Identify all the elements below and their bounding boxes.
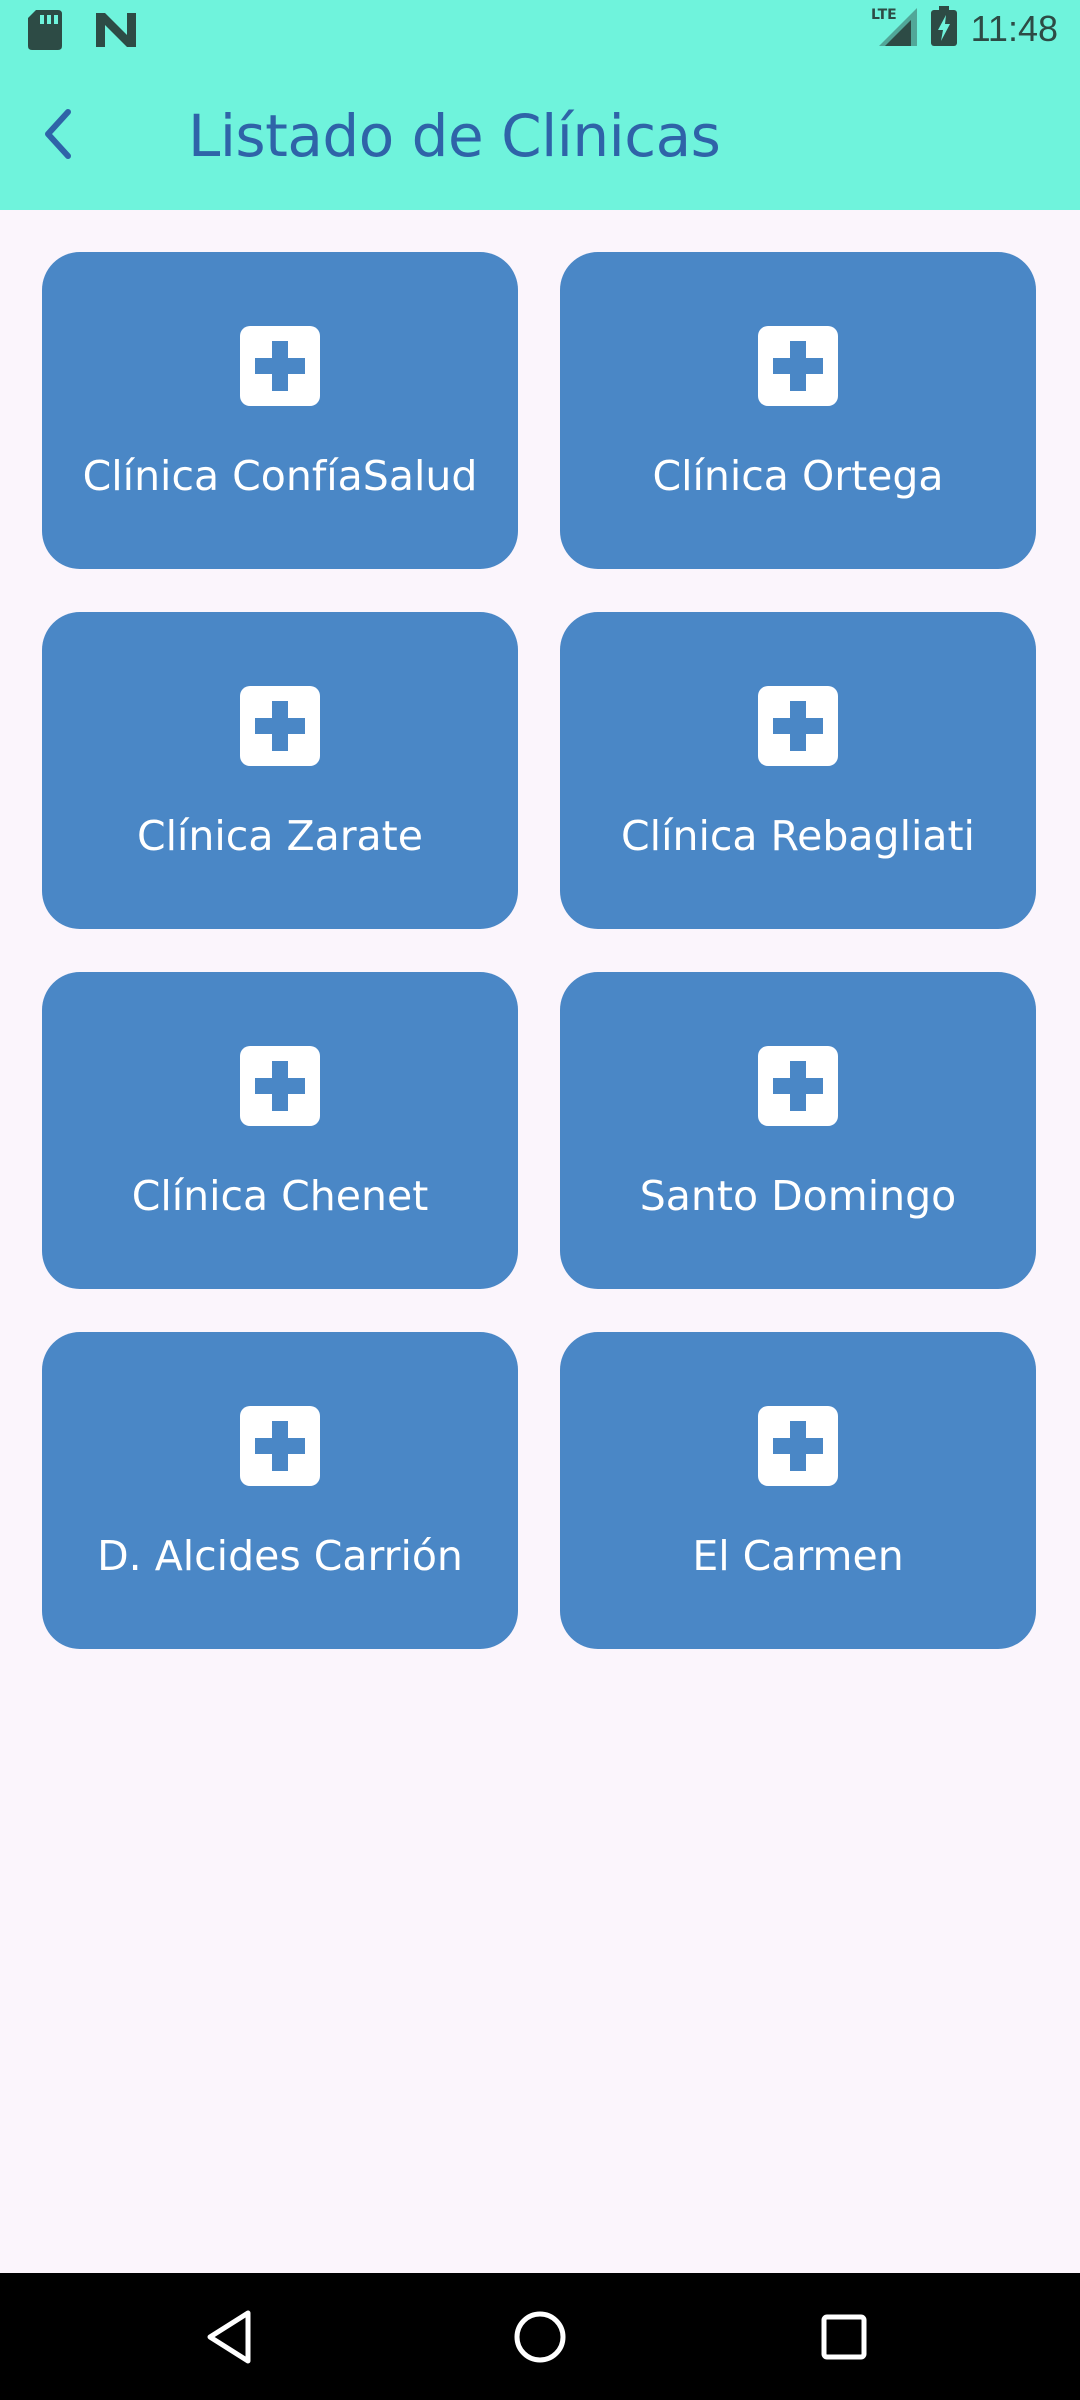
clinic-card-label: Clínica Rebagliati	[621, 812, 975, 860]
battery-charging-icon	[930, 6, 957, 51]
clinic-card-confiasalud[interactable]: Clínica ConfíaSalud	[42, 252, 518, 569]
clinic-card-label: Clínica Zarate	[137, 812, 423, 860]
clinic-card-label: Clínica ConfíaSalud	[82, 452, 478, 500]
nav-recents-button[interactable]	[812, 2305, 876, 2369]
clinic-card-label: El Carmen	[692, 1532, 904, 1580]
clinic-card-label: Santo Domingo	[639, 1172, 957, 1220]
medical-cross-icon	[758, 686, 838, 766]
page-title: Listado de Clínicas	[188, 102, 721, 170]
clinic-card-zarate[interactable]: Clínica Zarate	[42, 612, 518, 929]
medical-cross-icon	[758, 1046, 838, 1126]
clinic-card-santo-domingo[interactable]: Santo Domingo	[560, 972, 1036, 1289]
n-logo-icon	[96, 13, 136, 52]
sd-card-icon	[28, 10, 62, 55]
clinic-card-label: Clínica Chenet	[131, 1172, 429, 1220]
clinic-grid: Clínica ConfíaSalud Clínica Ortega Clíni…	[42, 252, 1038, 1649]
medical-cross-icon	[240, 686, 320, 766]
medical-cross-icon	[758, 1406, 838, 1486]
clinic-card-label: D. Alcides Carrión	[97, 1532, 463, 1580]
home-circle-icon	[508, 2311, 572, 2373]
clinic-card-label: Clínica Ortega	[652, 452, 944, 500]
back-button[interactable]	[20, 98, 96, 174]
medical-cross-icon	[758, 326, 838, 406]
status-time: 11:48	[970, 7, 1058, 49]
medical-cross-icon	[240, 326, 320, 406]
recents-square-icon	[812, 2314, 876, 2373]
lte-signal-icon: LTE	[871, 6, 917, 51]
clinic-card-ortega[interactable]: Clínica Ortega	[560, 252, 1036, 569]
medical-cross-icon	[240, 1046, 320, 1126]
nav-back-button[interactable]	[200, 2305, 264, 2369]
network-type-text: LTE	[871, 7, 897, 23]
nav-home-button[interactable]	[508, 2305, 572, 2369]
status-bar: LTE 11:48	[0, 0, 1080, 62]
clinic-card-chenet[interactable]: Clínica Chenet	[42, 972, 518, 1289]
clinic-card-alcides-carrion[interactable]: D. Alcides Carrión	[42, 1332, 518, 1649]
app-bar: Listado de Clínicas	[0, 62, 1080, 210]
back-triangle-icon	[200, 2310, 264, 2373]
system-nav-bar	[0, 2273, 1080, 2400]
chevron-left-icon	[38, 106, 78, 167]
clinic-card-el-carmen[interactable]: El Carmen	[560, 1332, 1036, 1649]
clinic-card-rebagliati[interactable]: Clínica Rebagliati	[560, 612, 1036, 929]
medical-cross-icon	[240, 1406, 320, 1486]
